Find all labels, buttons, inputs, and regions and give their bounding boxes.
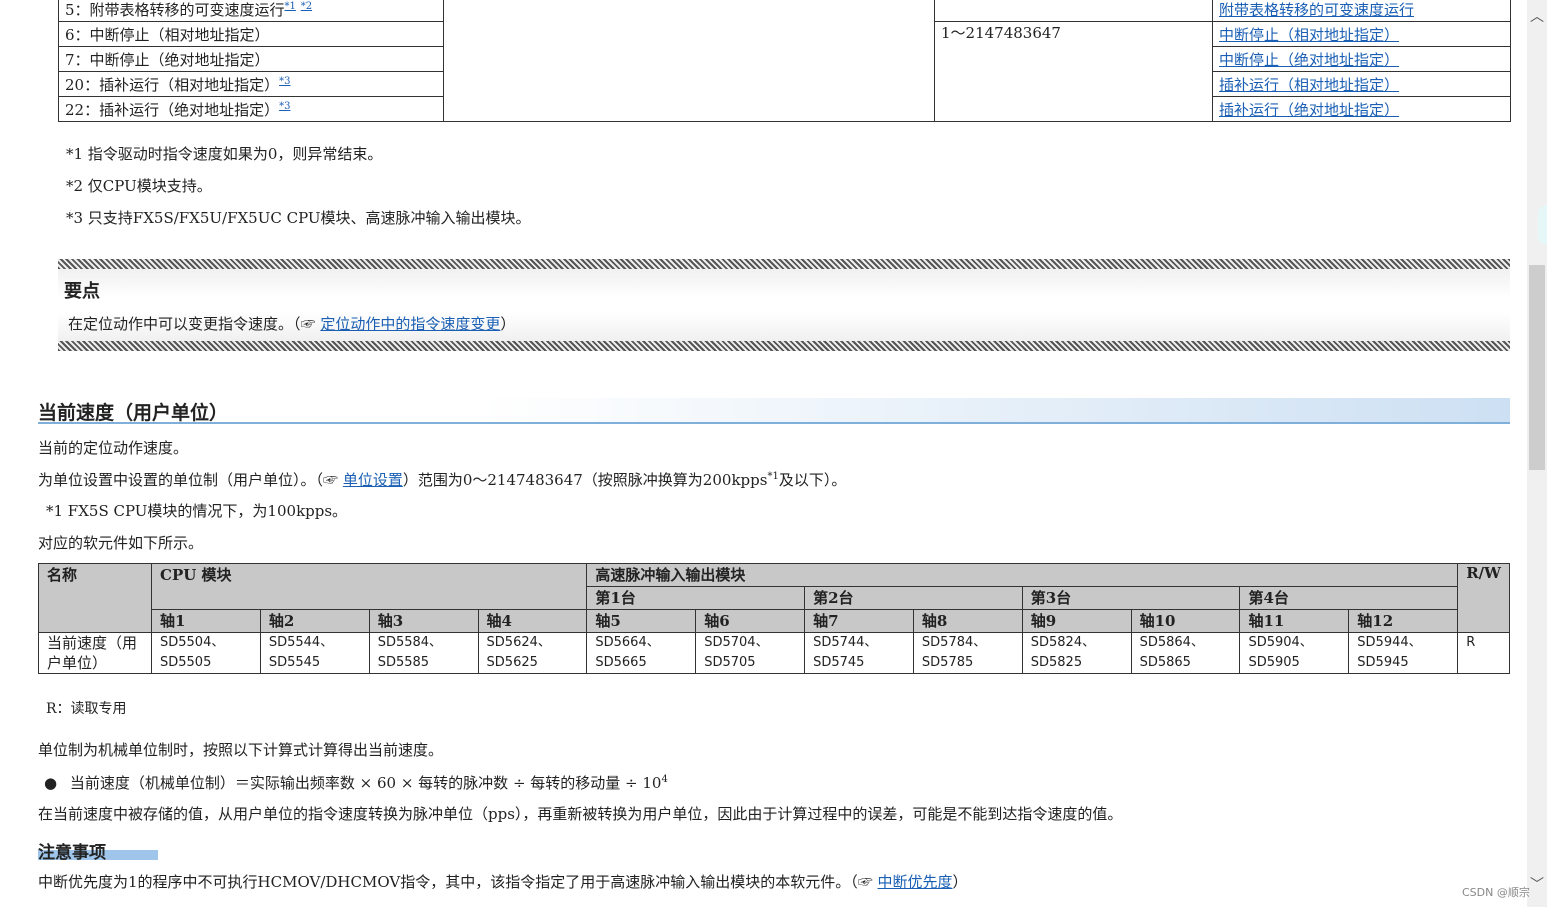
device-cell: SD5664、 SD5665	[586, 632, 697, 674]
axis-header: 轴3	[368, 609, 479, 633]
row-name: 当前速度（用户单位）	[38, 632, 152, 674]
reference-icon: ☞	[857, 873, 873, 891]
bullet-icon: ●	[44, 774, 58, 792]
axis-header: 轴1	[151, 609, 261, 633]
pattern-link[interactable]: 附带表格转移的可变速度运行	[1219, 1, 1414, 19]
footnote: *2 仅CPU模块支持。	[66, 177, 212, 195]
table-cell: 附带表格转移的可变速度运行	[1212, 0, 1511, 22]
axis-header: 轴2	[259, 609, 370, 633]
column-header-name: 名称	[38, 563, 152, 633]
table-cell: 插补运行（相对地址指定）	[1212, 71, 1511, 97]
axis-header: 轴6	[695, 609, 806, 633]
device-table: 名称 CPU 模块 高速脉冲输入输出模块 R/W 第1台 第2台 第3台 第4台…	[38, 563, 1510, 674]
axis-header: 轴4	[477, 609, 588, 633]
rw-note: R：读取专用	[46, 701, 127, 717]
table-cell: 中断停止（绝对地址指定）	[1212, 46, 1511, 72]
table-row: 5：附带表格转移的可变速度运行*1 *2 附带表格转移的可变速度运行	[58, 0, 1511, 122]
formula: ● 当前速度（机械单位制）＝实际输出频率数 × 60 × 每转的脉冲数 ÷ 每转…	[44, 774, 668, 792]
footnote-link[interactable]: *3	[279, 76, 290, 87]
hatch-divider-bottom	[58, 341, 1510, 351]
axis-header: 轴10	[1130, 609, 1241, 633]
paragraph: 当前的定位动作速度。	[38, 439, 189, 457]
device-cell: SD5624、 SD5625	[477, 632, 588, 674]
footnote: *3 只支持FX5S/FX5U/FX5UC CPU模块、高速脉冲输入输出模块。	[66, 209, 531, 227]
vertical-scrollbar[interactable]: ︿ ﹀	[1527, 0, 1547, 907]
column-header-cpu: CPU 模块	[150, 563, 588, 610]
axis-header: 轴11	[1239, 609, 1350, 633]
reference-icon: ☞	[323, 471, 339, 489]
footnote-link[interactable]: *2	[301, 1, 312, 12]
table-row: 当前速度（用户单位） SD5504、 SD5505 SD5544、 SD5545 S…	[38, 632, 1510, 674]
pattern-link[interactable]: 插补运行（绝对地址指定）	[1219, 101, 1399, 119]
unit-header: 第2台	[804, 586, 1023, 610]
footnotes: *1 指令驱动时指令速度如果为0，则异常结束。 *2 仅CPU模块支持。 *3 …	[66, 142, 531, 238]
pattern-link[interactable]: 中断停止（绝对地址指定）	[1219, 51, 1399, 69]
paragraph: 对应的软元件如下所示。	[38, 534, 204, 552]
side-widget-edge[interactable]	[1538, 205, 1547, 245]
unit-header: 第3台	[1021, 586, 1241, 610]
column-header-hs-module: 高速脉冲输入输出模块	[586, 563, 1459, 587]
axis-header: 轴12	[1348, 609, 1459, 633]
point-text: 在定位动作中可以变更指令速度。（☞ 定位动作中的指令速度变更）	[68, 315, 516, 333]
footnote-link[interactable]: *1	[285, 1, 296, 12]
speed-change-link[interactable]: 定位动作中的指令速度变更	[320, 315, 500, 333]
table-cell: 中断停止（相对地址指定）	[1212, 21, 1511, 47]
table-cell: 7：中断停止（绝对地址指定）	[58, 46, 444, 72]
device-cell: SD5504、 SD5505	[151, 632, 261, 674]
table-cell: 6：中断停止（相对地址指定）	[58, 21, 444, 47]
unit-header: 第4台	[1239, 586, 1459, 610]
footnote: *1 指令驱动时指令速度如果为0，则异常结束。	[66, 145, 383, 163]
range-cell: 1～2147483647	[934, 21, 1213, 122]
axis-header: 轴5	[586, 609, 697, 633]
section-title: 当前速度（用户单位）	[38, 398, 1510, 424]
device-cell: SD5544、 SD5545	[259, 632, 370, 674]
hatch-divider-top	[58, 259, 1510, 269]
table-cell	[934, 0, 1213, 22]
footnote-ref: *1	[767, 471, 779, 482]
watermark: CSDN @顺宗	[1462, 886, 1530, 899]
paragraph: 为单位设置中设置的单位制（用户单位）。（☞ 单位设置）范围为0～21474836…	[38, 471, 847, 489]
point-body: 要点 在定位动作中可以变更指令速度。（☞ 定位动作中的指令速度变更）	[58, 269, 1510, 341]
device-cell: SD5584、 SD5585	[368, 632, 479, 674]
device-cell: SD5784、 SD5785	[912, 632, 1023, 674]
footnote-link[interactable]: *3	[279, 101, 290, 112]
interrupt-priority-link[interactable]: 中断优先度	[878, 873, 953, 891]
unit-header: 第1台	[586, 586, 806, 610]
point-title: 要点	[64, 281, 100, 302]
operation-pattern-table: 5：附带表格转移的可变速度运行*1 *2 附带表格转移的可变速度运行 6：中断停…	[58, 0, 1511, 122]
caution-text: 中断优先度为1的程序中不可执行HCMOV/DHCMOV指令，其中，该指令指定了用…	[38, 873, 968, 891]
paragraph: 单位制为机械单位制时，按照以下计算式计算得出当前速度。	[38, 741, 444, 759]
footnote: *1 FX5S CPU模块的情况下，为100kpps。	[46, 502, 348, 520]
axis-header: 轴8	[912, 609, 1023, 633]
axis-header: 轴9	[1021, 609, 1132, 633]
paragraph: 在当前速度中被存储的值，从用户单位的指令速度转换为脉冲单位（pps），再重新被转…	[38, 805, 1123, 823]
device-cell: SD5864、 SD5865	[1130, 632, 1241, 674]
device-cell: SD5744、 SD5745	[804, 632, 914, 674]
table-cell: 5：附带表格转移的可变速度运行*1 *2	[58, 0, 444, 22]
table-cell: 22：插补运行（绝对地址指定）*3	[58, 96, 444, 122]
point-box: 要点 在定位动作中可以变更指令速度。（☞ 定位动作中的指令速度变更）	[58, 259, 1510, 351]
header-row: 轴1 轴2 轴3 轴4 轴5 轴6 轴7 轴8 轴9 轴10 轴11 轴12	[39, 609, 1510, 633]
device-cell: SD5704、 SD5705	[695, 632, 806, 674]
header-row: 名称 CPU 模块 高速脉冲输入输出模块 R/W	[38, 563, 1510, 633]
device-cell: SD5944、 SD5945	[1348, 632, 1459, 674]
scroll-down-icon[interactable]: ﹀	[1530, 878, 1544, 892]
unit-setting-link[interactable]: 单位设置	[343, 471, 403, 489]
caution-title: 注意事项	[38, 838, 158, 863]
scroll-up-icon[interactable]: ︿	[1530, 10, 1544, 24]
device-cell: SD5824、 SD5825	[1021, 632, 1132, 674]
table-cell: 20：插补运行（相对地址指定）*3	[58, 71, 444, 97]
pattern-link[interactable]: 中断停止（相对地址指定）	[1219, 26, 1399, 44]
reference-icon: ☞	[300, 315, 316, 333]
table-cell: 插补运行（绝对地址指定）	[1212, 96, 1511, 122]
axis-header: 轴7	[804, 609, 914, 633]
table-cell	[443, 0, 935, 122]
pattern-link[interactable]: 插补运行（相对地址指定）	[1219, 76, 1399, 94]
column-header-rw: R/W	[1457, 563, 1510, 633]
device-cell: SD5904、 SD5905	[1239, 632, 1350, 674]
scroll-thumb[interactable]	[1529, 265, 1545, 470]
rw-cell: R	[1457, 632, 1510, 674]
